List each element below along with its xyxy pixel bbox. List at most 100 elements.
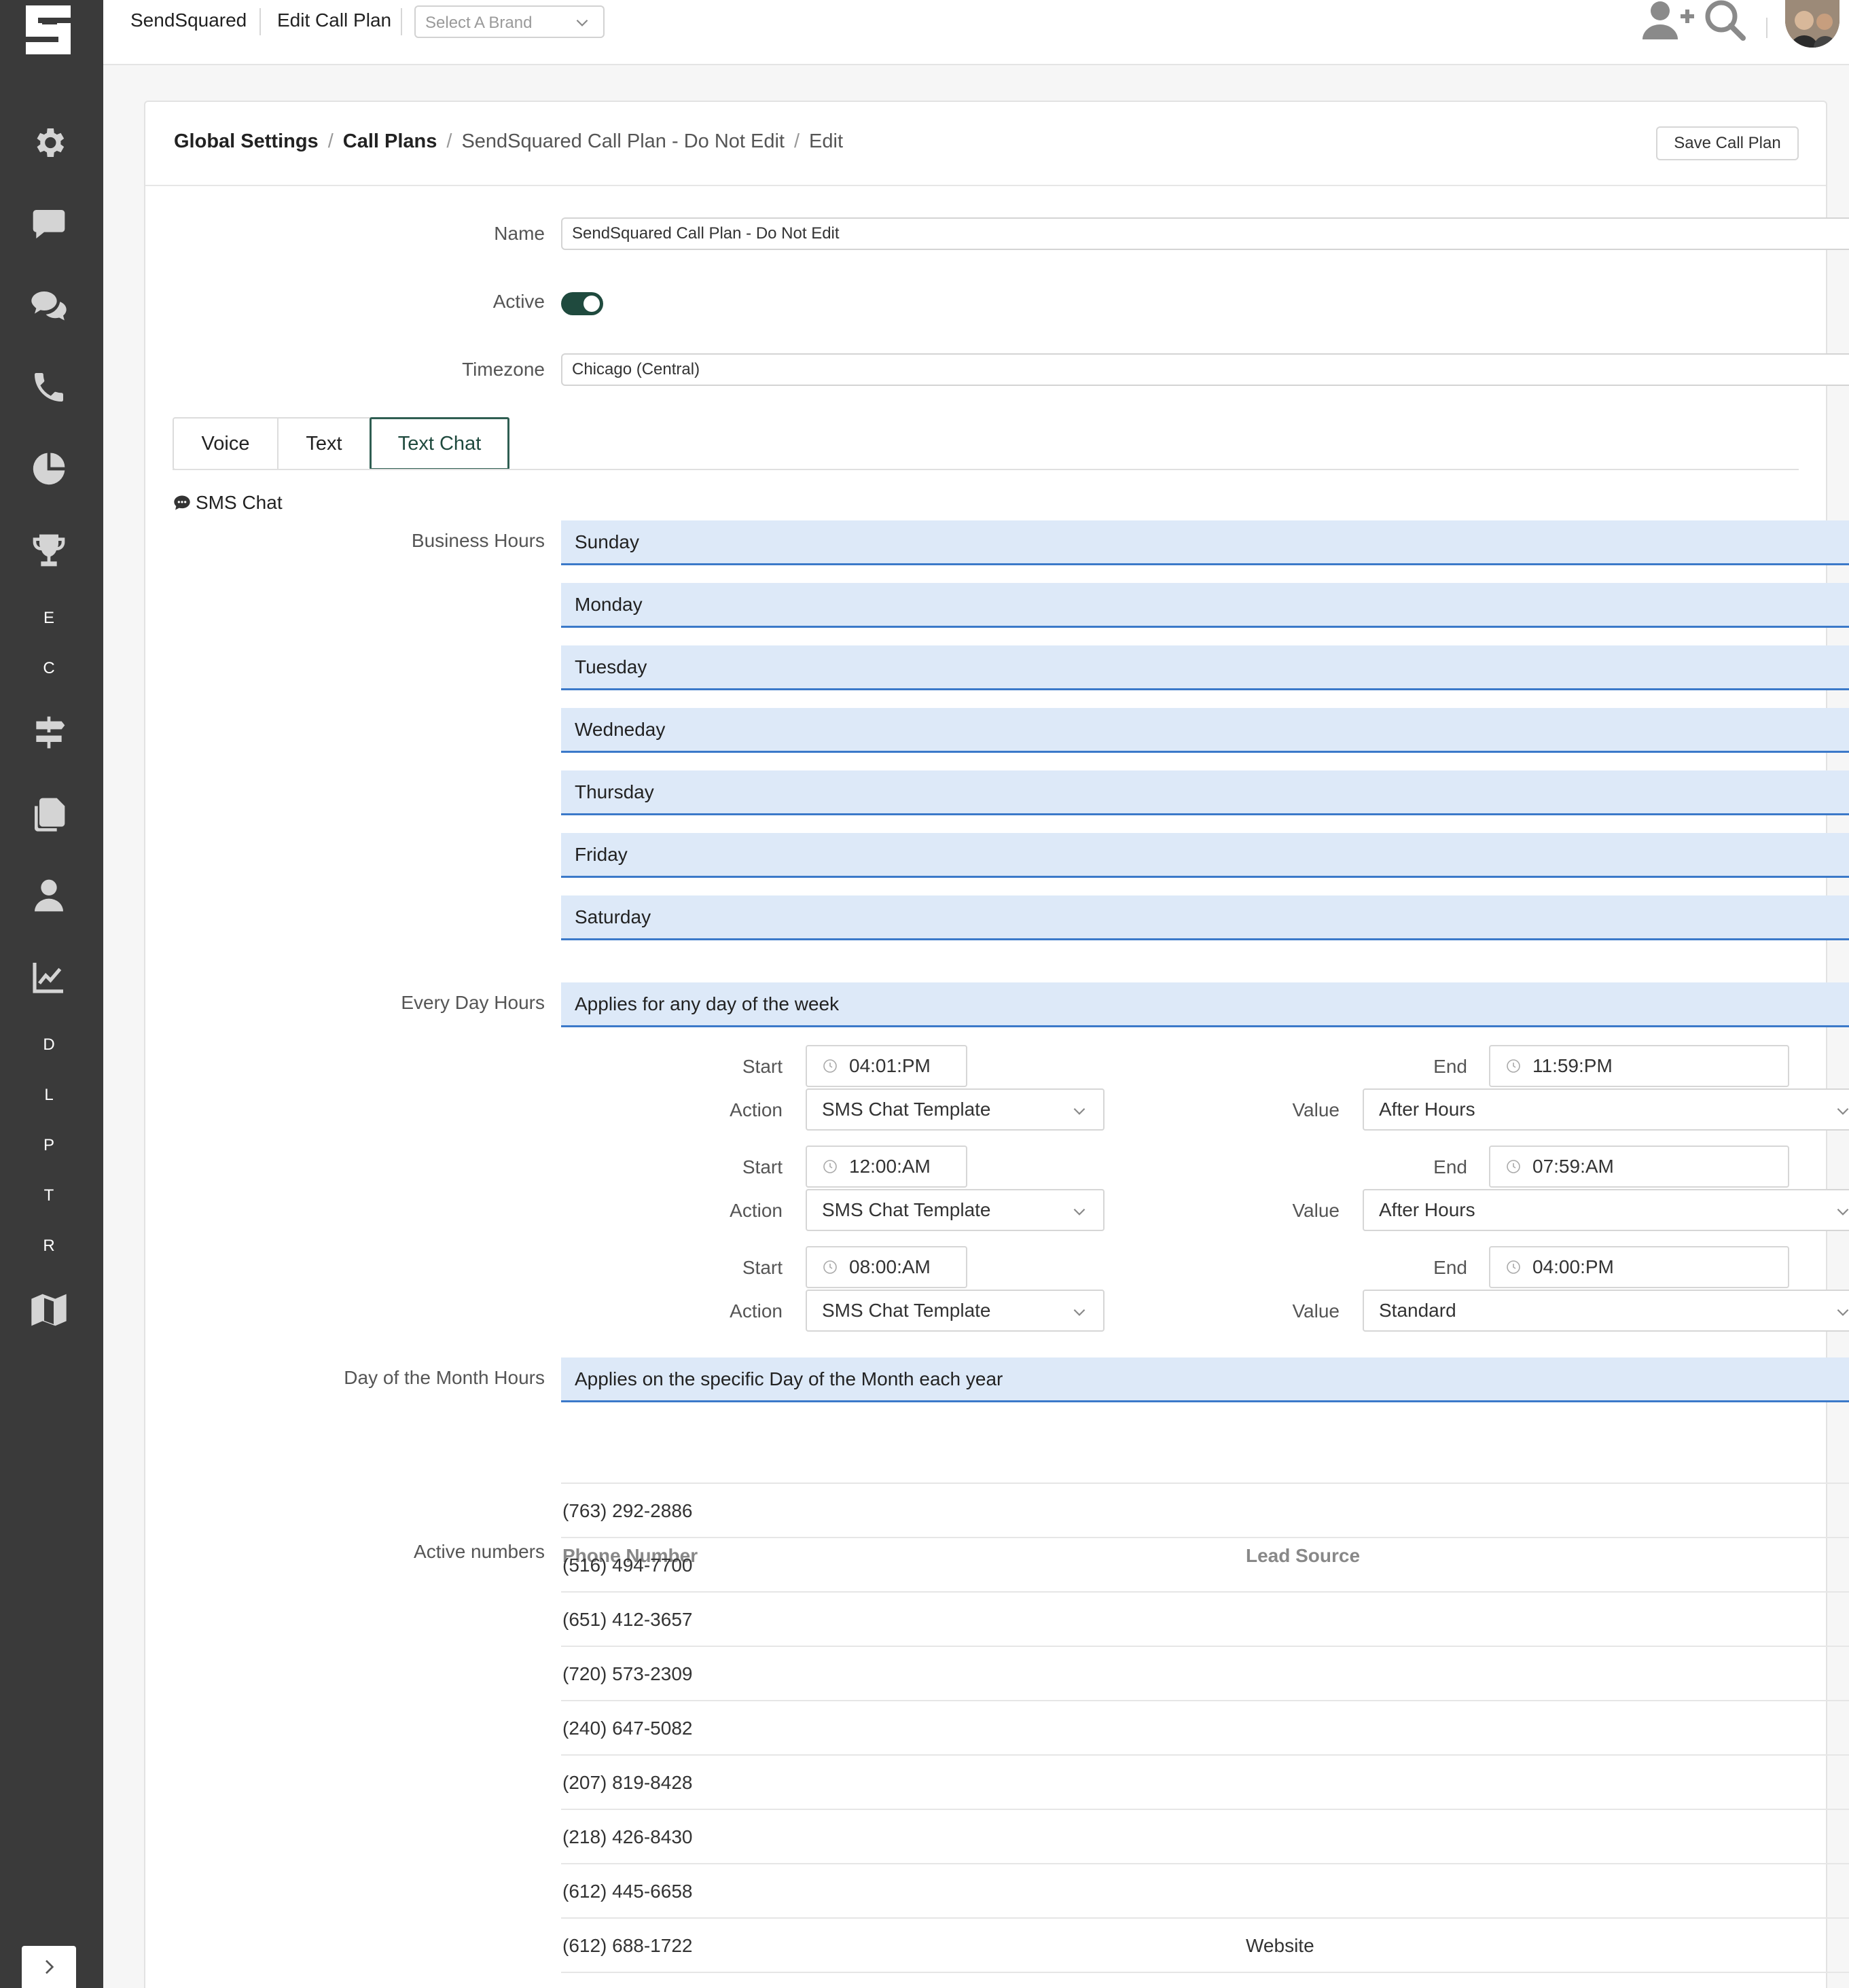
timezone-select[interactable]: Chicago (Central) bbox=[561, 353, 1849, 386]
sms-chat-title: SMS Chat bbox=[196, 492, 283, 513]
name-label: Name bbox=[494, 223, 545, 244]
pie-chart-icon[interactable] bbox=[27, 447, 71, 491]
brand-select[interactable]: Select A Brand bbox=[414, 5, 605, 38]
tab-text[interactable]: Text bbox=[277, 417, 371, 470]
table-row[interactable]: (763) 292-2886 bbox=[561, 1483, 1849, 1537]
add-user-icon[interactable] bbox=[1641, 0, 1695, 47]
breadcrumb-separator: / bbox=[446, 130, 452, 152]
sidebar-letter-d[interactable]: D bbox=[35, 1035, 62, 1054]
day-of-month-bar: Applies on the specific Day of the Month… bbox=[561, 1357, 1849, 1402]
sidebar-expand-button[interactable] bbox=[22, 1946, 76, 1988]
table-row[interactable]: (651) 412-3657 bbox=[561, 1591, 1849, 1646]
name-input[interactable]: SendSquared Call Plan - Do Not Edit bbox=[561, 217, 1849, 250]
clock-icon bbox=[1505, 1259, 1522, 1275]
gear-icon[interactable] bbox=[27, 121, 71, 164]
table-row[interactable]: (612) 688-1722 Website bbox=[561, 1917, 1849, 1972]
value-label: Value bbox=[1292, 1300, 1340, 1321]
active-numbers-label: Active numbers bbox=[414, 1541, 545, 1562]
call-plan-card: Global Settings / Call Plans / SendSquared C… bbox=[144, 101, 1849, 1988]
sidebar: E C D L P T R bbox=[0, 0, 103, 1988]
action-select[interactable]: SMS Chat Template bbox=[806, 1290, 1105, 1332]
search-icon[interactable] bbox=[1704, 0, 1747, 47]
end-time-input[interactable]: 07:59:AM bbox=[1489, 1146, 1789, 1188]
action-select[interactable]: SMS Chat Template bbox=[806, 1088, 1105, 1131]
value-select[interactable]: After Hours bbox=[1363, 1088, 1849, 1131]
lead-source: Website bbox=[1246, 1935, 1314, 1956]
action-select-value: SMS Chat Template bbox=[822, 1099, 991, 1120]
day-label: Friday bbox=[575, 843, 628, 865]
day-bar-friday: Friday + bbox=[561, 833, 1849, 878]
table-row[interactable]: (218) 426-8430 bbox=[561, 1809, 1849, 1863]
clock-icon bbox=[1505, 1058, 1522, 1074]
timezone-label: Timezone bbox=[462, 359, 545, 380]
copy-icon[interactable] bbox=[27, 792, 71, 836]
table-row[interactable]: (240) 647-5082 bbox=[561, 1700, 1849, 1754]
start-time-value: 12:00:AM bbox=[849, 1156, 931, 1177]
sendsquared-logo[interactable] bbox=[19, 1, 77, 58]
tab-text-chat[interactable]: Text Chat bbox=[370, 417, 509, 470]
day-label: Wedneday bbox=[575, 718, 666, 740]
start-time-input[interactable]: 08:00:AM bbox=[806, 1246, 967, 1288]
sidebar-letter-t[interactable]: T bbox=[35, 1186, 62, 1205]
every-day-hours-label: Every Day Hours bbox=[401, 992, 545, 1013]
chevron-down-icon bbox=[1073, 1107, 1085, 1115]
phone-number: (516) 494-7700 bbox=[562, 1555, 693, 1576]
value-select-value: After Hours bbox=[1379, 1199, 1475, 1220]
clock-icon bbox=[822, 1259, 838, 1275]
day-bar-sunday: Sunday + bbox=[561, 520, 1849, 565]
value-select[interactable]: After Hours bbox=[1363, 1189, 1849, 1231]
phone-number: (240) 647-5082 bbox=[562, 1718, 693, 1739]
day-label: Thursday bbox=[575, 781, 654, 802]
comment-icon[interactable] bbox=[27, 202, 71, 246]
sidebar-letter-c[interactable]: C bbox=[35, 659, 62, 678]
table-row[interactable]: (516) 494-7700 bbox=[561, 1537, 1849, 1591]
chevron-down-icon bbox=[576, 19, 588, 26]
tab-divider bbox=[173, 469, 1799, 470]
comments-icon[interactable] bbox=[27, 284, 71, 327]
action-label: Action bbox=[730, 1099, 783, 1120]
sidebar-letter-e[interactable]: E bbox=[35, 609, 62, 628]
end-time-input[interactable]: 11:59:PM bbox=[1489, 1045, 1789, 1087]
breadcrumb-call-plans[interactable]: Call Plans bbox=[343, 130, 437, 152]
sidebar-letter-l[interactable]: L bbox=[35, 1086, 62, 1105]
user-icon[interactable] bbox=[27, 874, 71, 917]
sidebar-letter-r[interactable]: R bbox=[35, 1237, 62, 1256]
avatar[interactable] bbox=[1785, 0, 1839, 48]
phone-icon[interactable] bbox=[27, 366, 71, 409]
line-chart-icon[interactable] bbox=[27, 955, 71, 999]
tab-voice[interactable]: Voice bbox=[173, 417, 279, 470]
chevron-down-icon bbox=[1073, 1309, 1085, 1316]
phone-number: (720) 573-2309 bbox=[562, 1663, 693, 1684]
trophy-icon[interactable] bbox=[27, 529, 71, 572]
clock-icon bbox=[822, 1058, 838, 1074]
chevron-down-icon bbox=[1837, 1107, 1849, 1115]
breadcrumb-separator: / bbox=[327, 130, 334, 152]
table-bottom-border bbox=[561, 1972, 1849, 1973]
value-select[interactable]: Standard bbox=[1363, 1290, 1849, 1332]
start-time-input[interactable]: 04:01:PM bbox=[806, 1045, 967, 1087]
action-select[interactable]: SMS Chat Template bbox=[806, 1189, 1105, 1231]
day-of-month-bar-text: Applies on the specific Day of the Month… bbox=[575, 1368, 1003, 1389]
active-toggle[interactable] bbox=[561, 292, 603, 315]
app-name-link[interactable]: SendSquared bbox=[130, 10, 247, 31]
chevron-down-icon bbox=[1073, 1208, 1085, 1215]
day-label: Tuesday bbox=[575, 656, 647, 677]
breadcrumb-call-plan[interactable]: SendSquared Call Plan - Do Not Edit bbox=[461, 130, 785, 152]
sms-chat-section-title: SMS Chat bbox=[173, 492, 283, 514]
breadcrumb-global-settings[interactable]: Global Settings bbox=[174, 130, 319, 152]
end-time-value: 04:00:PM bbox=[1532, 1256, 1614, 1277]
chevron-down-icon bbox=[1837, 1309, 1849, 1316]
table-row[interactable]: (207) 819-8428 bbox=[561, 1754, 1849, 1809]
save-call-plan-button[interactable]: Save Call Plan bbox=[1656, 126, 1799, 160]
table-row[interactable]: (612) 445-6658 bbox=[561, 1863, 1849, 1917]
signpost-icon[interactable] bbox=[27, 711, 71, 754]
sidebar-letter-p[interactable]: P bbox=[35, 1136, 62, 1155]
topbar: SendSquared Edit Call Plan Select A Bran… bbox=[103, 0, 1849, 65]
topbar-divider bbox=[259, 8, 261, 35]
end-time-input[interactable]: 04:00:PM bbox=[1489, 1246, 1789, 1288]
table-row[interactable]: (720) 573-2309 bbox=[561, 1646, 1849, 1700]
value-label: Value bbox=[1292, 1200, 1340, 1221]
action-select-value: SMS Chat Template bbox=[822, 1300, 991, 1321]
map-icon[interactable] bbox=[27, 1288, 71, 1332]
start-time-input[interactable]: 12:00:AM bbox=[806, 1146, 967, 1188]
